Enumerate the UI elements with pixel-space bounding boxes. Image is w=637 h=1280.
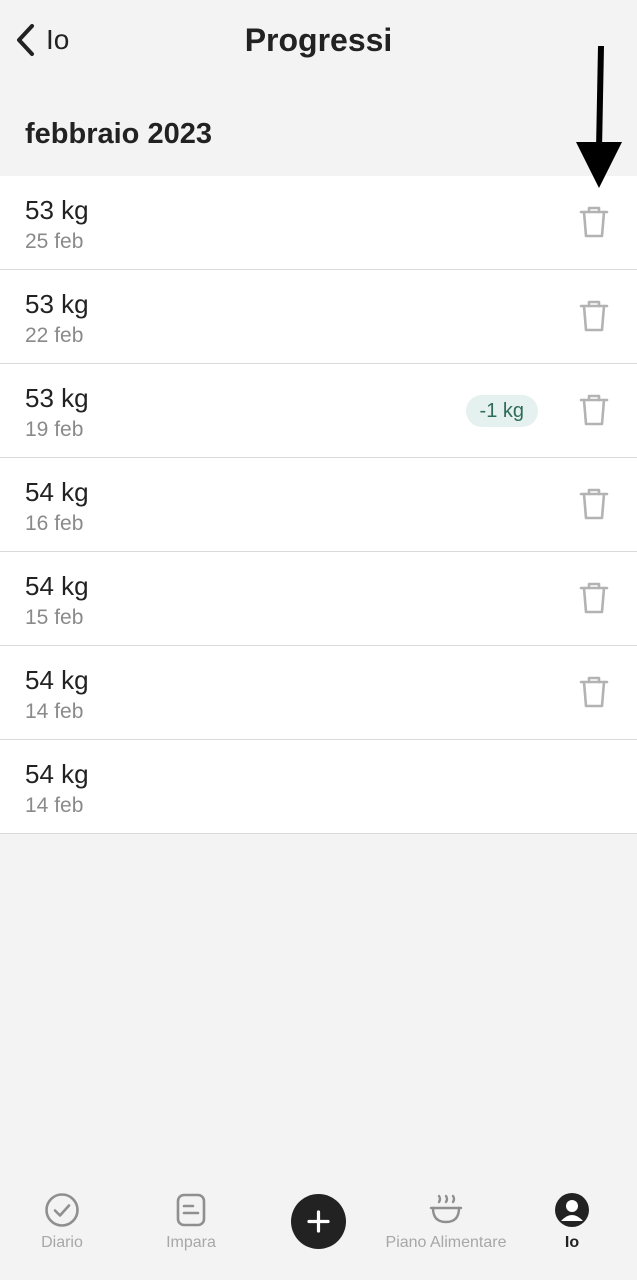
- entry-date: 15 feb: [25, 606, 84, 629]
- add-button[interactable]: [291, 1194, 346, 1249]
- entry-date: 22 feb: [25, 324, 84, 347]
- weight-value: 54 kg: [25, 665, 89, 695]
- weight-value: 53 kg: [25, 289, 89, 319]
- header: Io Progressi: [0, 0, 637, 86]
- weight-value: 53 kg: [25, 383, 89, 413]
- list-item[interactable]: 53 kg 25 feb: [0, 176, 637, 270]
- weight-value: 54 kg: [25, 571, 89, 601]
- person-icon: [502, 1192, 637, 1228]
- trash-icon[interactable]: [579, 393, 609, 427]
- document-icon: [121, 1192, 261, 1228]
- weight-value: 54 kg: [25, 477, 89, 507]
- check-circle-icon: [0, 1192, 132, 1228]
- trash-icon[interactable]: [579, 581, 609, 615]
- entry-date: 25 feb: [25, 230, 84, 253]
- arrow-down-icon: [574, 45, 624, 188]
- list-item[interactable]: 53 kg 19 feb -1 kg: [0, 364, 637, 458]
- entry-date: 19 feb: [25, 418, 84, 441]
- trash-icon[interactable]: [579, 675, 609, 709]
- tab-io[interactable]: Io: [502, 1192, 637, 1252]
- entry-date: 16 feb: [25, 512, 84, 535]
- section-title: febbraio 2023: [25, 118, 212, 150]
- weight-value: 53 kg: [25, 195, 89, 225]
- entry-date: 14 feb: [25, 794, 84, 817]
- list-item[interactable]: 54 kg 14 feb: [0, 740, 637, 834]
- tab-label: Diario: [41, 1234, 83, 1251]
- list-item[interactable]: 53 kg 22 feb: [0, 270, 637, 364]
- tab-label: Impara: [166, 1234, 216, 1251]
- list-item[interactable]: 54 kg 15 feb: [0, 552, 637, 646]
- tab-piano-alimentare[interactable]: Piano Alimentare: [376, 1192, 516, 1252]
- trash-icon[interactable]: [579, 299, 609, 333]
- bowl-icon: [376, 1192, 516, 1228]
- weight-value: 54 kg: [25, 759, 89, 789]
- tab-impara[interactable]: Impara: [121, 1192, 261, 1252]
- tab-label: Piano Alimentare: [385, 1234, 507, 1251]
- entry-date: 14 feb: [25, 700, 84, 723]
- page-title: Progressi: [244, 22, 393, 58]
- tab-diario[interactable]: Diario: [0, 1192, 132, 1252]
- trash-icon[interactable]: [579, 205, 609, 239]
- list-item[interactable]: 54 kg 16 feb: [0, 458, 637, 552]
- weight-change-badge: -1 kg: [465, 395, 538, 427]
- list-item[interactable]: 54 kg 14 feb: [0, 646, 637, 740]
- trash-icon[interactable]: [579, 487, 609, 521]
- progress-list: 53 kg 25 feb 53 kg 22 feb 53 kg 19 feb -…: [0, 176, 637, 834]
- tab-label: Io: [564, 1234, 580, 1251]
